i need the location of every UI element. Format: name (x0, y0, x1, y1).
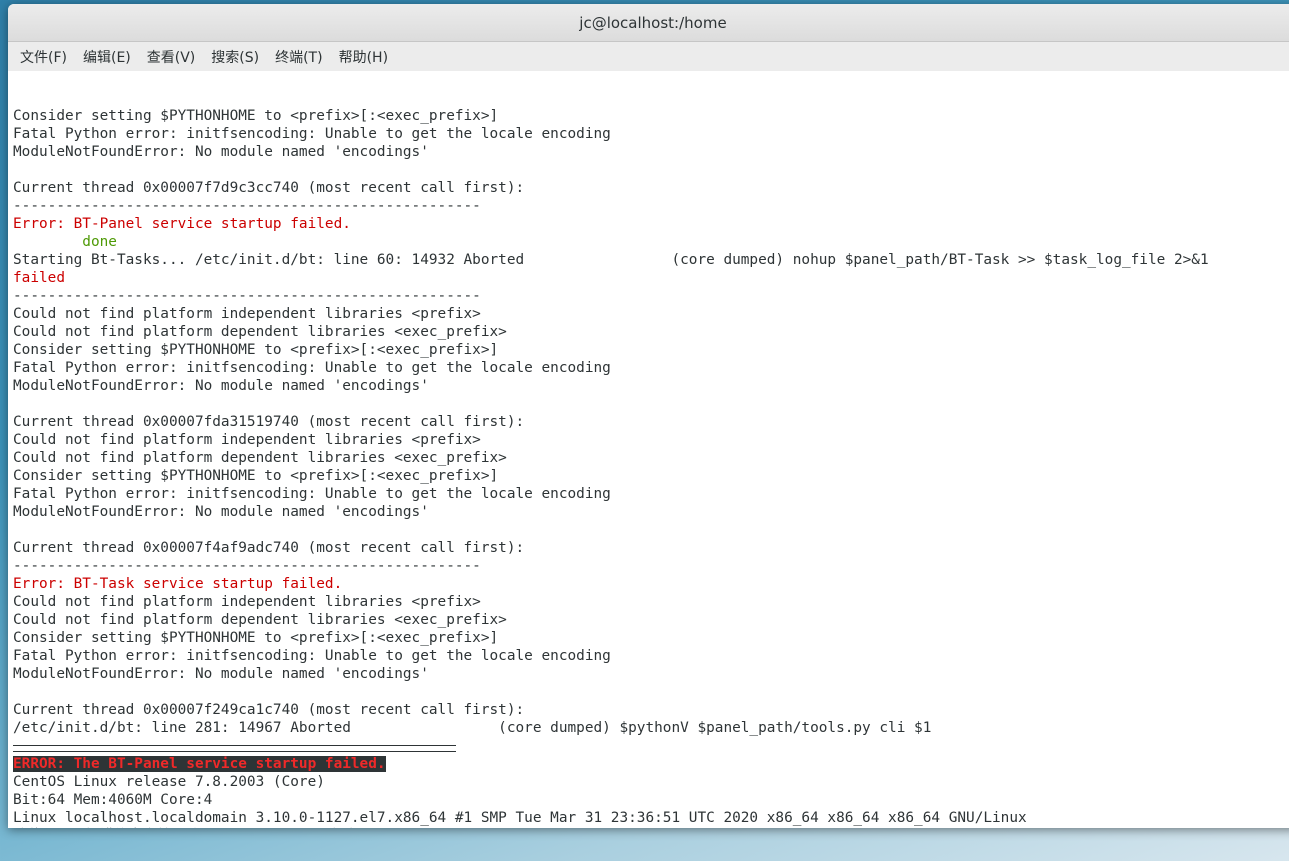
terminal-line: ModuleNotFoundError: No module named 'en… (13, 666, 429, 682)
terminal-line: Bit:64 Mem:4060M Core:4 (13, 792, 213, 808)
terminal-line: Could not find platform independent libr… (13, 306, 481, 322)
menu-terminal[interactable]: 终端(T) (267, 44, 330, 70)
terminal-line: Fatal Python error: initfsencoding: Unab… (13, 126, 611, 142)
menu-view[interactable]: 查看(V) (139, 44, 204, 70)
terminal-line: Could not find platform independent libr… (13, 594, 481, 610)
terminal-line: Error: BT-Panel service startup failed. (13, 216, 351, 232)
terminal-line: Fatal Python error: initfsencoding: Unab… (13, 648, 611, 664)
window-title: jc@localhost:/home (579, 13, 727, 32)
terminal-line: ERROR: The BT-Panel service startup fail… (13, 755, 1289, 773)
terminal-line: Current thread 0x00007fda31519740 (most … (13, 414, 525, 430)
terminal-line: ModuleNotFoundError: No module named 'en… (13, 504, 429, 520)
terminal-line: Could not find platform dependent librar… (13, 612, 507, 628)
terminal-line: Could not find platform dependent librar… (13, 450, 507, 466)
terminal-line: Consider setting $PYTHONHOME to <prefix>… (13, 630, 499, 646)
menu-bar: 文件(F) 编辑(E) 查看(V) 搜索(S) 终端(T) 帮助(H) (8, 42, 1289, 72)
terminal-line: Could not find platform dependent librar… (13, 324, 507, 340)
terminal-line: Consider setting $PYTHONHOME to <prefix>… (13, 108, 499, 124)
menu-help[interactable]: 帮助(H) (331, 44, 396, 70)
terminal-line: /etc/init.d/bt: line 281: 14967 Aborted … (13, 720, 932, 736)
terminal-line: Linux localhost.localdomain 3.10.0-1127.… (13, 810, 1027, 826)
terminal-line: ----------------------------------------… (13, 288, 481, 304)
double-rule-separator (13, 737, 1289, 755)
terminal-line: 请截图以上报错信息发帖至论坛www.bt.cn/bbs求助 (13, 827, 1289, 828)
terminal-line: done (13, 234, 117, 250)
terminal-line: Starting Bt-Tasks... /etc/init.d/bt: lin… (13, 252, 1209, 268)
terminal-line: ----------------------------------------… (13, 198, 481, 214)
terminal-line: Fatal Python error: initfsencoding: Unab… (13, 486, 611, 502)
terminal-line: Consider setting $PYTHONHOME to <prefix>… (13, 468, 499, 484)
terminal-line: failed (13, 270, 65, 286)
terminal-line: Consider setting $PYTHONHOME to <prefix>… (13, 342, 499, 358)
terminal-line: ModuleNotFoundError: No module named 'en… (13, 144, 429, 160)
error-banner: ERROR: The BT-Panel service startup fail… (13, 756, 386, 772)
menu-edit[interactable]: 编辑(E) (75, 44, 139, 70)
terminal-line: ModuleNotFoundError: No module named 'en… (13, 378, 429, 394)
terminal-line: ----------------------------------------… (13, 558, 481, 574)
terminal-window: jc@localhost:/home 文件(F) 编辑(E) 查看(V) 搜索(… (8, 4, 1289, 828)
terminal-output[interactable]: Consider setting $PYTHONHOME to <prefix>… (8, 71, 1289, 828)
terminal-line: CentOS Linux release 7.8.2003 (Core) (13, 774, 325, 790)
terminal-line: Current thread 0x00007f7d9c3cc740 (most … (13, 180, 525, 196)
terminal-line: Current thread 0x00007f4af9adc740 (most … (13, 540, 525, 556)
menu-search[interactable]: 搜索(S) (203, 44, 267, 70)
menu-file[interactable]: 文件(F) (12, 44, 75, 70)
terminal-line: Current thread 0x00007f249ca1c740 (most … (13, 702, 525, 718)
title-bar[interactable]: jc@localhost:/home (8, 4, 1289, 42)
terminal-line: Error: BT-Task service startup failed. (13, 576, 343, 592)
terminal-line: Could not find platform independent libr… (13, 432, 481, 448)
terminal-line: Fatal Python error: initfsencoding: Unab… (13, 360, 611, 376)
